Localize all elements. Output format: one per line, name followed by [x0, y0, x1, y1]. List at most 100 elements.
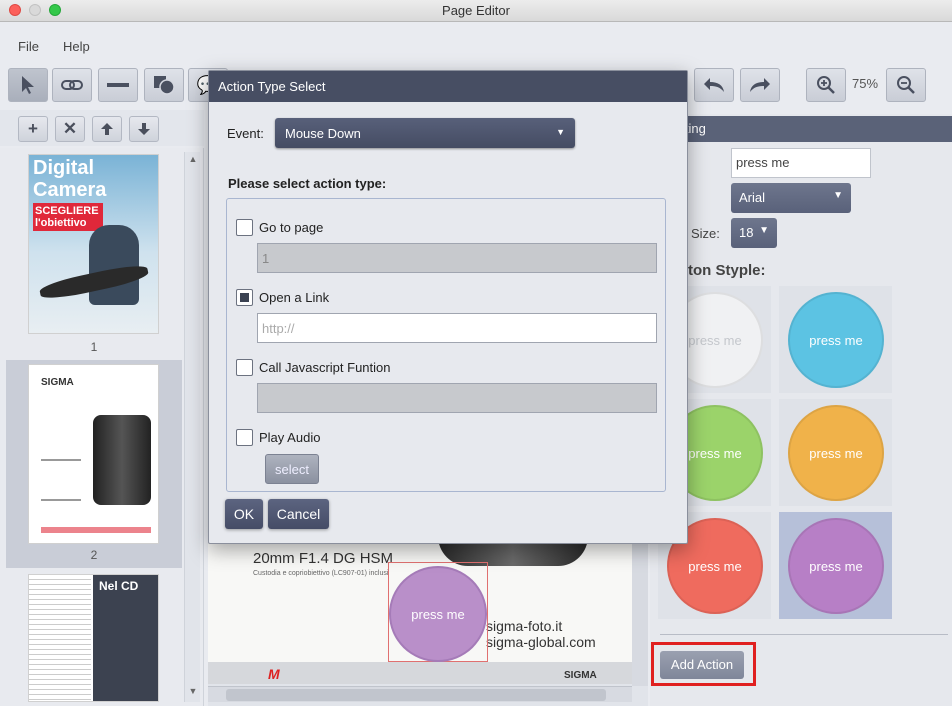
option-label: Play Audio [259, 430, 321, 445]
chevron-down-icon: ▼ [833, 190, 843, 201]
scroll-up-arrow[interactable]: ▲ [187, 154, 199, 166]
link-tool-button[interactable] [52, 68, 92, 102]
style-swatch-6[interactable]: press me [779, 512, 892, 619]
add-action-highlight: Add Action [651, 642, 756, 686]
page-thumbnail-2[interactable]: SIGMA 2 [6, 360, 182, 568]
move-page-down-button[interactable] [129, 116, 159, 142]
close-icon: ✕ [62, 119, 78, 138]
cover-figure [89, 225, 139, 305]
thumb-text-line [41, 459, 81, 461]
page-button[interactable]: press me [389, 566, 487, 662]
page-list-toolbar: + ✕ [0, 110, 204, 146]
website-1: sigma-foto.it [486, 618, 563, 634]
page-list: Digital Camera SCEGLIERE l'obiettivo 1 S… [0, 148, 204, 706]
select-tool-button[interactable] [8, 68, 48, 102]
undo-icon [704, 78, 724, 92]
menu-bar: File Help [0, 22, 952, 64]
chevron-down-icon: ▼ [759, 225, 769, 236]
footer-logo: M [268, 666, 280, 682]
menu-file[interactable]: File [18, 39, 39, 54]
font-select[interactable]: Arial ▼ [731, 183, 851, 213]
title-bar: Page Editor [0, 0, 952, 22]
arrow-down-icon [138, 123, 150, 135]
javascript-checkbox[interactable] [236, 359, 253, 376]
cover-subtitle: SCEGLIERE l'obiettivo [33, 203, 103, 231]
thumb-cd-title: Nel CD [99, 579, 139, 593]
go-to-page-checkbox[interactable] [236, 219, 253, 236]
window-title: Page Editor [442, 3, 510, 18]
shapes-icon [154, 76, 175, 95]
option-call-javascript[interactable]: Call Javascript Funtion [236, 359, 391, 376]
option-go-to-page[interactable]: Go to page [236, 219, 323, 236]
button-settings-panel: etting press me Arial ▼ Size: 18 ▼ ton S… [650, 114, 952, 706]
page-number: 1 [90, 340, 98, 354]
shape-tool-button[interactable] [144, 68, 184, 102]
action-type-dialog: Action Type Select Event: Mouse Down ▼ P… [208, 70, 688, 544]
swatch-circle: press me [788, 518, 884, 614]
option-open-link[interactable]: Open a Link [236, 289, 329, 306]
action-type-prompt: Please select action type: [228, 176, 387, 191]
zoom-out-button[interactable] [886, 68, 926, 102]
font-value: Arial [739, 190, 766, 205]
line-tool-button[interactable] [98, 68, 138, 102]
page-list-scrollbar[interactable]: ▲ ▼ [184, 152, 200, 702]
menu-help[interactable]: Help [63, 39, 90, 54]
button-selection-box[interactable]: press me [388, 562, 488, 662]
page-thumbnail-image: Nel CD [28, 574, 159, 702]
style-swatch-4[interactable]: press me [779, 399, 892, 506]
add-page-button[interactable]: + [18, 116, 48, 142]
zoom-in-button[interactable] [806, 68, 846, 102]
product-title: 20mm F1.4 DG HSM [253, 550, 394, 567]
page-thumbnail-image: Digital Camera SCEGLIERE l'obiettivo [28, 154, 159, 334]
event-value: Mouse Down [285, 126, 361, 141]
size-label: Size: [691, 226, 720, 241]
page-footer: M SIGMA [208, 662, 632, 684]
page-thumbnail-1[interactable]: Digital Camera SCEGLIERE l'obiettivo 1 [6, 148, 182, 358]
cover-title: Digital Camera [33, 157, 107, 201]
open-link-checkbox[interactable] [236, 289, 253, 306]
option-label: Open a Link [259, 290, 330, 305]
page-thumbnail-3[interactable]: Nel CD [6, 570, 182, 706]
add-action-button[interactable]: Add Action [660, 651, 744, 679]
undo-button[interactable] [694, 68, 734, 102]
scroll-down-arrow[interactable]: ▼ [187, 686, 199, 698]
zoom-in-icon [817, 76, 835, 94]
event-label: Event: [227, 126, 264, 141]
style-swatch-2[interactable]: press me [779, 286, 892, 393]
line-icon [107, 83, 129, 87]
arrow-up-icon [101, 123, 113, 135]
page-thumbnail-image: SIGMA [28, 364, 159, 544]
dialog-title: Action Type Select [209, 71, 687, 102]
style-heading: ton Styple: [688, 262, 766, 279]
move-page-up-button[interactable] [92, 116, 122, 142]
page-number-field: 1 [257, 243, 657, 273]
canvas-horizontal-scrollbar[interactable] [208, 686, 632, 702]
scroll-thumb[interactable] [226, 689, 606, 701]
option-label: Call Javascript Funtion [259, 360, 391, 375]
button-text-field[interactable]: press me [731, 148, 871, 178]
zoom-out-icon [897, 76, 915, 94]
zoom-level: 75% [852, 76, 879, 91]
size-select[interactable]: 18 ▼ [731, 218, 777, 248]
thumb-footer-strip [41, 527, 151, 533]
swatch-circle: press me [788, 292, 884, 388]
ok-button[interactable]: OK [225, 499, 263, 529]
cancel-button[interactable]: Cancel [268, 499, 329, 529]
thumb-text-line [41, 499, 81, 501]
redo-button[interactable] [740, 68, 780, 102]
thumb-brand: SIGMA [41, 377, 74, 388]
link-url-field[interactable]: http:// [257, 313, 657, 343]
option-play-audio[interactable]: Play Audio [236, 429, 320, 446]
swatch-circle: press me [788, 405, 884, 501]
event-select[interactable]: Mouse Down ▼ [275, 118, 575, 148]
play-audio-checkbox[interactable] [236, 429, 253, 446]
delete-page-button[interactable]: ✕ [55, 116, 85, 142]
redo-icon [750, 78, 770, 92]
link-icon [61, 80, 83, 90]
page-number: 2 [90, 548, 98, 562]
pointer-icon [22, 76, 34, 94]
thumb-text-column [29, 575, 91, 701]
option-label: Go to page [259, 220, 324, 235]
panel-header: etting [650, 116, 952, 142]
javascript-field [257, 383, 657, 413]
